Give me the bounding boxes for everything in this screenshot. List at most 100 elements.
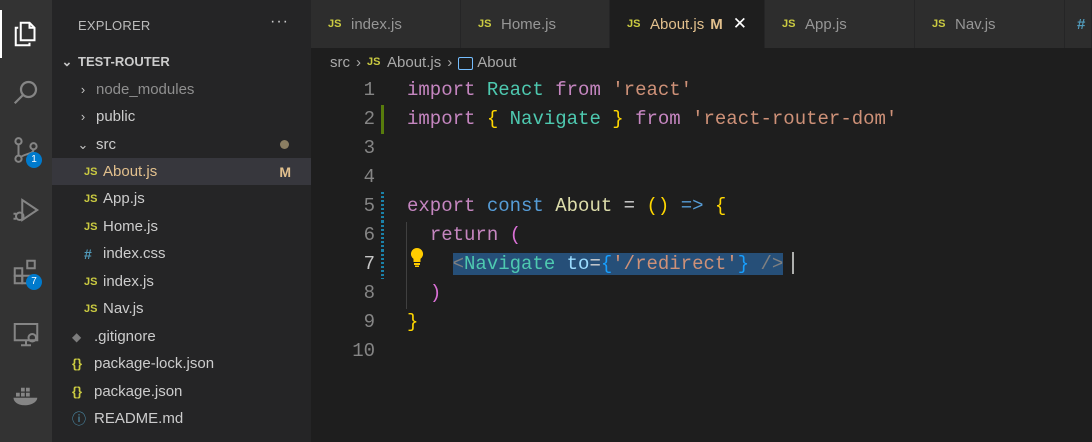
tree-item-label: package-lock.json: [94, 355, 215, 372]
editor-tabs: JS index.js JS Home.js JS About.js M ✕ J…: [311, 0, 1092, 48]
javascript-file-icon: JS: [367, 56, 381, 68]
code-line: 7 <Navigate to={'/redirect'} />: [311, 250, 1092, 279]
tree-item-package-lock-json[interactable]: {} package-lock.json: [52, 350, 311, 377]
explorer-header: EXPLORER ···: [52, 0, 311, 50]
tab-nav-js[interactable]: JS Nav.js: [915, 0, 1065, 48]
explorer-icon[interactable]: [0, 10, 52, 58]
tree-item-node-modules[interactable]: › node_modules: [52, 76, 311, 103]
tree-item-app-js[interactable]: JS App.js: [52, 185, 311, 212]
code-text: ): [429, 282, 442, 304]
code-line: 10: [311, 337, 1092, 366]
tree-item-label: public: [96, 108, 136, 125]
symbol-icon: [458, 56, 474, 70]
tab-home-js[interactable]: JS Home.js: [461, 0, 610, 48]
tree-item-label: Home.js: [103, 218, 159, 235]
tree-item-index-js[interactable]: JS index.js: [52, 268, 311, 295]
tab-index-js[interactable]: JS index.js: [311, 0, 461, 48]
code-line: 6 return (: [311, 221, 1092, 250]
code-text: <Navigate to={'/redirect'} />: [407, 250, 784, 279]
close-icon[interactable]: ✕: [733, 14, 747, 34]
more-actions-button[interactable]: ···: [270, 13, 289, 31]
tab-label: Home.js: [501, 15, 557, 33]
selected-text: <Navigate to={'/redirect'} />: [452, 253, 784, 275]
code-line: 5 export const About = () => {: [311, 192, 1092, 221]
tree-item-label: node_modules: [96, 81, 195, 98]
explorer-sidebar: EXPLORER ··· ⌄ TEST-ROUTER › node_module…: [52, 0, 311, 442]
tree-item-label: Nav.js: [103, 300, 144, 317]
tree-item-home-js[interactable]: JS Home.js: [52, 213, 311, 240]
tree-item-readme-md[interactable]: ⓘ README.md: [52, 405, 311, 432]
javascript-file-icon: JS: [84, 192, 98, 205]
tree-item-public[interactable]: › public: [52, 103, 311, 130]
javascript-file-icon: JS: [84, 302, 98, 315]
tree-item-label: App.js: [103, 190, 145, 207]
javascript-file-icon: JS: [84, 165, 98, 178]
javascript-file-icon: JS: [328, 18, 342, 30]
breadcrumb-file[interactable]: About.js: [387, 54, 441, 71]
javascript-file-icon: JS: [84, 220, 98, 233]
tree-item-package-json[interactable]: {} package.json: [52, 378, 311, 405]
source-control-badge: 1: [26, 152, 42, 168]
code-editor[interactable]: 1 import React from 'react' 2 import { N…: [311, 76, 1092, 442]
line-number: 2: [363, 108, 375, 130]
line-number: 7: [363, 253, 375, 275]
tree-item-label: README.md: [94, 410, 184, 427]
lightbulb-icon[interactable]: [408, 246, 426, 268]
tree-item-index-css[interactable]: # index.css: [52, 240, 311, 267]
code-text: }: [407, 311, 419, 333]
modified-flag: M: [710, 15, 723, 33]
breadcrumb-folder[interactable]: src: [330, 54, 350, 71]
project-root[interactable]: ⌄ TEST-ROUTER: [52, 48, 311, 75]
text-cursor: [792, 252, 794, 274]
javascript-file-icon: JS: [627, 18, 641, 30]
extensions-icon[interactable]: 7: [0, 248, 52, 296]
tree-item-label: src: [96, 136, 116, 153]
docker-icon[interactable]: [0, 370, 52, 418]
modified-dot: [280, 140, 289, 149]
tree-item-label: index.css: [103, 245, 166, 262]
tree-item-src[interactable]: ⌄ src: [52, 131, 311, 158]
search-icon[interactable]: [0, 68, 52, 116]
tab-label: About.js: [650, 15, 705, 33]
code-line: 1 import React from 'react': [311, 76, 1092, 105]
tree-item-nav-js[interactable]: JS Nav.js: [52, 295, 311, 322]
modified-line-marker: [381, 192, 384, 221]
explorer-title: EXPLORER: [78, 17, 151, 33]
line-number: 3: [363, 137, 375, 159]
remote-explorer-icon[interactable]: [0, 310, 52, 358]
tab-label: #: [1077, 15, 1086, 33]
line-number: 6: [363, 224, 375, 246]
code-line: 2 import { Navigate } from 'react-router…: [311, 105, 1092, 134]
tree-item-label: .gitignore: [94, 328, 156, 345]
run-debug-icon[interactable]: [0, 186, 52, 234]
breadcrumb: src › JS About.js › About: [330, 51, 516, 73]
project-root-label: TEST-ROUTER: [78, 54, 170, 69]
code-line: 4: [311, 163, 1092, 192]
javascript-file-icon: JS: [478, 18, 492, 30]
tab-label: App.js: [805, 15, 847, 33]
modified-flag: M: [279, 163, 291, 180]
chevron-right-icon: ›: [356, 53, 361, 71]
tab-label: Nav.js: [955, 15, 996, 33]
javascript-file-icon: JS: [932, 18, 946, 30]
code-line: 3: [311, 134, 1092, 163]
code-text: import React from 'react': [407, 79, 693, 101]
tree-item-about-js[interactable]: JS About.js M: [52, 158, 311, 185]
breadcrumb-symbol[interactable]: About: [477, 54, 516, 71]
tree-item-label: package.json: [94, 383, 183, 400]
line-number: 8: [363, 282, 375, 304]
line-number: 10: [352, 340, 375, 362]
tab-css-partial[interactable]: #: [1065, 0, 1092, 48]
line-number: 4: [363, 166, 375, 188]
code-text: import { Navigate } from 'react-router-d…: [407, 108, 898, 130]
tab-app-js[interactable]: JS App.js: [765, 0, 915, 48]
added-line-marker: [381, 105, 384, 134]
chevron-right-icon: ›: [447, 53, 453, 71]
activity-bar: 1 7: [0, 0, 52, 442]
code-text: export const About = () => {: [407, 195, 727, 217]
source-control-icon[interactable]: 1: [0, 126, 52, 174]
tab-about-js[interactable]: JS About.js M ✕: [610, 0, 765, 48]
code-line: 8 ): [311, 279, 1092, 308]
tree-item-label: About.js: [103, 163, 158, 180]
tree-item-gitignore[interactable]: ◆ .gitignore: [52, 323, 311, 350]
